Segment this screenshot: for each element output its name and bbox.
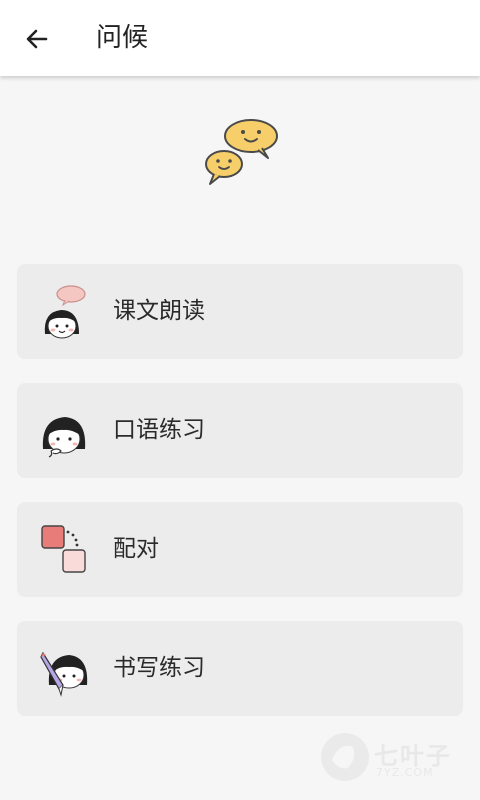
girl-pen-icon: [40, 651, 88, 697]
girl-speech-bubble-icon: [44, 285, 86, 339]
back-button[interactable]: [14, 16, 60, 62]
chat-bubbles-icon: [205, 119, 278, 185]
page-title: 问候: [96, 23, 149, 53]
menu-item-text-reading[interactable]: 课文朗读: [17, 264, 463, 359]
menu-item-label: 配对: [113, 536, 159, 562]
menu-item-speaking-practice[interactable]: 口语练习: [17, 383, 463, 478]
girl-speaking-icon: [42, 417, 86, 458]
leaf-logo-icon: [321, 733, 369, 781]
menu-item-label: 口语练习: [113, 417, 205, 443]
watermark-subtext: 7YZ.COM: [376, 766, 434, 779]
menu-item-label: 课文朗读: [113, 298, 205, 324]
matching-cards-icon: [41, 525, 86, 573]
watermark: 七叶子 7YZ.COM: [318, 730, 468, 786]
menu-item-matching[interactable]: 配对: [17, 502, 463, 597]
menu-item-label: 书写练习: [113, 655, 205, 681]
app-bar: 问候: [0, 0, 480, 76]
arrow-left-icon: [26, 29, 48, 49]
menu-item-writing-practice[interactable]: 书写练习: [17, 621, 463, 716]
